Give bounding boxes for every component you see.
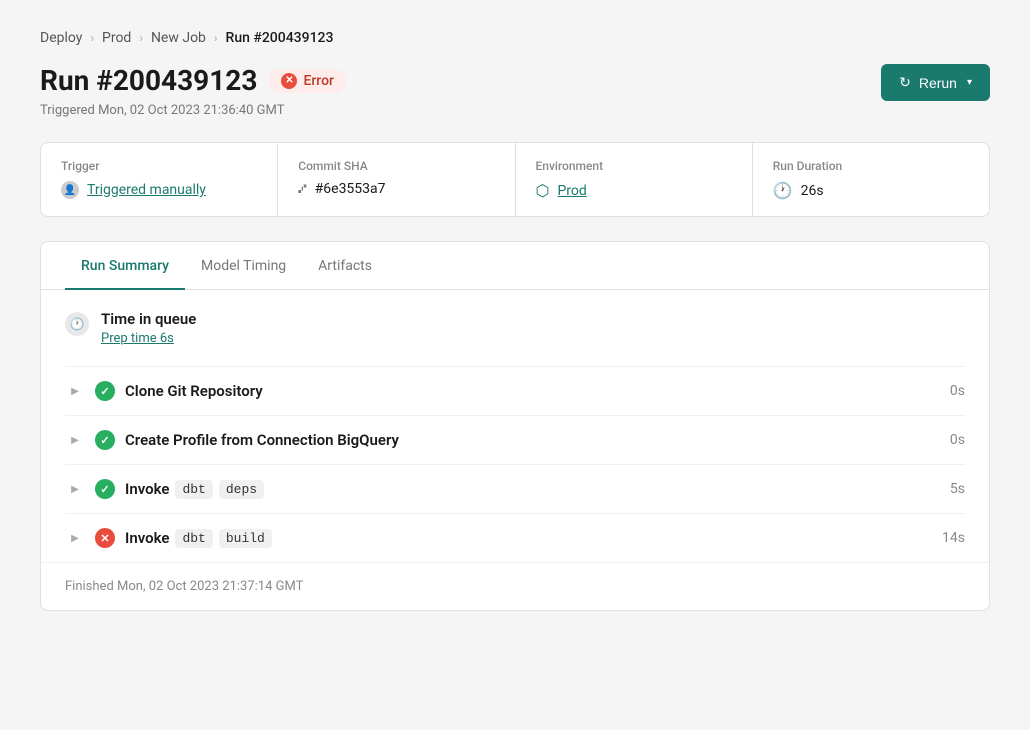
- step-name: Create Profile from Connection BigQuery: [125, 431, 940, 449]
- table-row: ▶ ✓ Invoke dbt deps 5s: [65, 465, 965, 514]
- error-x-icon: ✕: [281, 73, 297, 89]
- triggered-text: Triggered Mon, 02 Oct 2023 21:36:40 GMT: [40, 103, 346, 118]
- breadcrumb: Deploy › Prod › New Job › Run #200439123: [40, 30, 990, 46]
- breadcrumb-sep-3: ›: [214, 31, 218, 45]
- step-duration: 0s: [950, 432, 965, 448]
- trigger-link[interactable]: Triggered manually: [87, 182, 206, 198]
- tabs: Run Summary Model Timing Artifacts: [41, 242, 989, 290]
- rerun-button-label: Rerun: [919, 75, 957, 91]
- table-row: ▶ ✓ Clone Git Repository 0s: [65, 367, 965, 416]
- expand-button[interactable]: ▶: [65, 479, 85, 499]
- step-status-success-icon: ✓: [95, 430, 115, 450]
- status-badge: ✕ Error: [269, 69, 346, 93]
- expand-button[interactable]: ▶: [65, 381, 85, 401]
- status-badge-label: Error: [303, 73, 334, 89]
- step-duration: 0s: [950, 383, 965, 399]
- meta-commit-label: Commit SHA: [298, 159, 494, 173]
- code-tag-deps: deps: [219, 480, 264, 499]
- stack-icon: ⬡: [536, 181, 550, 200]
- step-name-text: Invoke: [125, 480, 169, 498]
- expand-button[interactable]: ▶: [65, 430, 85, 450]
- breadcrumb-run: Run #200439123: [226, 30, 334, 46]
- footer-finished-text: Finished Mon, 02 Oct 2023 21:37:14 GMT: [65, 579, 303, 594]
- meta-env: Environment ⬡ Prod: [516, 143, 753, 216]
- step-name-text: Clone Git Repository: [125, 382, 263, 400]
- expand-button[interactable]: ▶: [65, 528, 85, 548]
- meta-env-label: Environment: [536, 159, 732, 173]
- meta-commit: Commit SHA ⑇ #6e3553a7: [278, 143, 515, 216]
- chevron-down-icon: ▾: [967, 77, 972, 88]
- step-status-success-icon: ✓: [95, 381, 115, 401]
- person-icon: 👤: [61, 181, 79, 199]
- meta-row: Trigger 👤 Triggered manually Commit SHA …: [40, 142, 990, 217]
- tab-run-summary[interactable]: Run Summary: [65, 242, 185, 290]
- main-card: Run Summary Model Timing Artifacts 🕐 Tim…: [40, 241, 990, 611]
- queue-title: Time in queue: [101, 310, 196, 328]
- env-link[interactable]: Prod: [557, 183, 586, 199]
- step-status-error-icon: ✕: [95, 528, 115, 548]
- breadcrumb-sep-1: ›: [90, 31, 94, 45]
- meta-commit-value: ⑇ #6e3553a7: [298, 181, 494, 197]
- step-name: Clone Git Repository: [125, 382, 940, 400]
- refresh-icon: ↻: [899, 74, 911, 91]
- header-title-row: Run #200439123 ✕ Error: [40, 64, 346, 97]
- commit-sha: #6e3553a7: [315, 181, 386, 197]
- breadcrumb-prod[interactable]: Prod: [102, 30, 131, 46]
- code-tag-build: build: [219, 529, 272, 548]
- meta-trigger: Trigger 👤 Triggered manually: [41, 143, 278, 216]
- code-tag-dbt2: dbt: [175, 529, 212, 548]
- tab-model-timing[interactable]: Model Timing: [185, 242, 302, 290]
- duration-value: 26s: [801, 183, 824, 199]
- breadcrumb-sep-2: ›: [139, 31, 143, 45]
- meta-trigger-value: 👤 Triggered manually: [61, 181, 257, 199]
- step-name: Invoke dbt deps: [125, 480, 940, 499]
- page-title: Run #200439123: [40, 64, 257, 97]
- step-name-text: Create Profile from Connection BigQuery: [125, 431, 399, 449]
- meta-trigger-label: Trigger: [61, 159, 257, 173]
- clock-icon: 🕐: [773, 181, 793, 200]
- step-duration: 14s: [942, 530, 965, 546]
- step-status-success-icon: ✓: [95, 479, 115, 499]
- breadcrumb-newjob[interactable]: New Job: [151, 30, 206, 46]
- meta-duration: Run Duration 🕐 26s: [753, 143, 989, 216]
- page-header: Run #200439123 ✕ Error Triggered Mon, 02…: [40, 64, 990, 118]
- table-row: ▶ ✓ Create Profile from Connection BigQu…: [65, 416, 965, 465]
- code-tag-dbt: dbt: [175, 480, 212, 499]
- steps-container: 🕐 Time in queue Prep time 6s ▶ ✓ Clone G…: [41, 290, 989, 562]
- table-row: ▶ ✕ Invoke dbt build 14s: [65, 514, 965, 562]
- step-name: Invoke dbt build: [125, 529, 932, 548]
- meta-duration-label: Run Duration: [773, 159, 969, 173]
- meta-env-value: ⬡ Prod: [536, 181, 732, 200]
- card-footer: Finished Mon, 02 Oct 2023 21:37:14 GMT: [41, 562, 989, 610]
- tab-artifacts[interactable]: Artifacts: [302, 242, 388, 290]
- breadcrumb-deploy[interactable]: Deploy: [40, 30, 82, 46]
- queue-item: 🕐 Time in queue Prep time 6s: [65, 290, 965, 367]
- meta-duration-value: 🕐 26s: [773, 181, 969, 200]
- header-left: Run #200439123 ✕ Error Triggered Mon, 02…: [40, 64, 346, 118]
- step-duration: 5s: [950, 481, 965, 497]
- step-name-text: Invoke: [125, 529, 169, 547]
- queue-subtitle[interactable]: Prep time 6s: [101, 331, 196, 346]
- queue-clock-icon: 🕐: [65, 312, 89, 336]
- queue-content: Time in queue Prep time 6s: [101, 310, 196, 346]
- rerun-button[interactable]: ↻ Rerun ▾: [881, 64, 990, 101]
- commit-icon: ⑇: [298, 181, 306, 197]
